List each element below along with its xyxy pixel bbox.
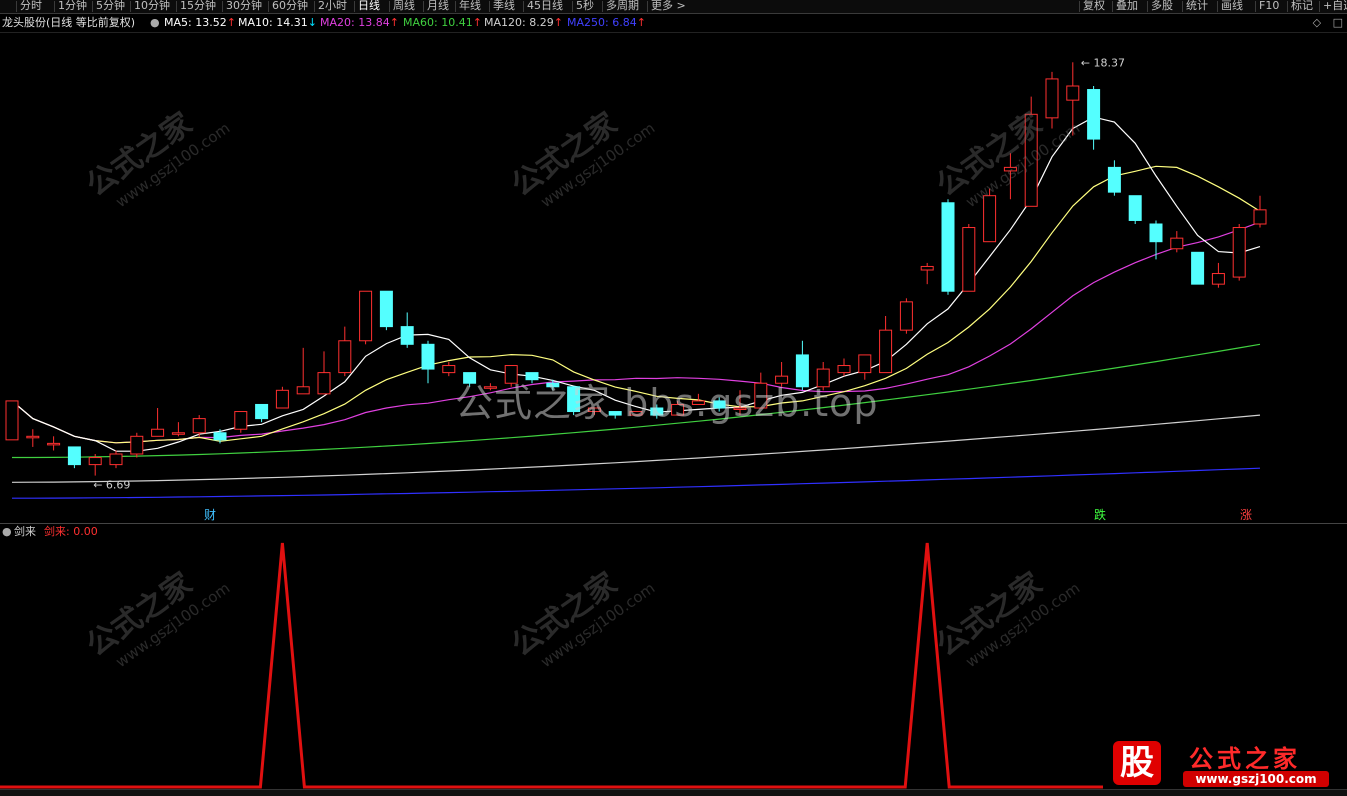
indicator-value: 剑来: 0.00: [44, 525, 98, 538]
checkbox-icon[interactable]: □: [1333, 16, 1343, 29]
center-watermark: 公式之家 bbs.gszb.top: [455, 381, 879, 425]
marker-die: 跌: [1094, 508, 1107, 522]
marker-zhang: 涨: [1240, 508, 1253, 522]
marker-cai: 财: [204, 508, 217, 522]
indicator-info-bar: ● 剑来 剑来: 0.00: [0, 524, 1347, 540]
right-top-icons: ◇ □: [1313, 16, 1343, 29]
indicator-name: 剑来: [14, 525, 36, 538]
diamond-icon[interactable]: ◇: [1313, 16, 1321, 29]
logo-title: 公式之家: [1189, 745, 1301, 773]
logo-url: www.gszj100.com: [1183, 771, 1329, 787]
indicator-settings-icon[interactable]: ●: [2, 524, 12, 540]
logo: 股 公式之家 www.gszj100.com: [1103, 735, 1343, 791]
logo-badge: 股: [1113, 741, 1161, 785]
